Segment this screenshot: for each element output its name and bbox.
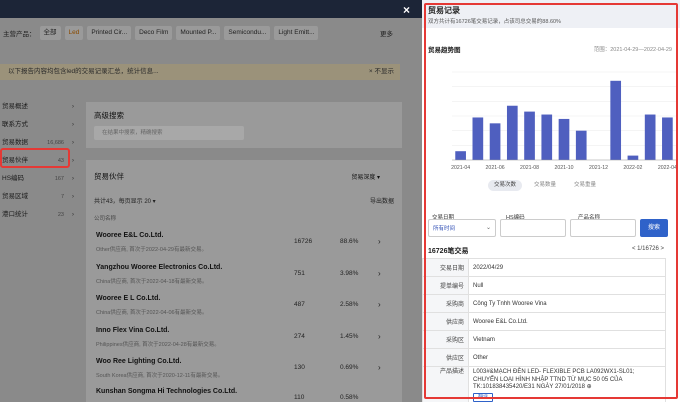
sidebar-item-label: HS编码 — [2, 175, 25, 182]
partner-row[interactable]: Kunshan Songma Hi Technologies Co.Ltd. 1… — [86, 384, 402, 402]
sidebar-item-label: 贸易区域 — [2, 193, 28, 200]
chevron-right-icon[interactable]: › — [378, 269, 381, 278]
chevron-right-icon[interactable]: › — [378, 300, 381, 309]
sidebar-item-hs-code[interactable]: HS编码 167 › — [0, 170, 78, 188]
partner-percent: 0.69% — [340, 364, 359, 371]
sidebar-item-ports[interactable]: 港口统计 23 › — [0, 206, 78, 224]
selected-sidebar-highlight — [0, 148, 70, 168]
partner-row[interactable]: Wooree E&L Co.Ltd. Other供应商, 首次于2022-04-… — [86, 228, 402, 258]
product-pill[interactable]: Printed Cir... — [87, 26, 132, 40]
sidebar-item-label: 贸易数据 — [2, 139, 28, 146]
chevron-right-icon: › — [71, 157, 74, 164]
products-label: 主营产品： — [3, 31, 36, 38]
panel-highlight-box — [424, 3, 678, 399]
chevron-right-icon: › — [71, 121, 74, 128]
chevron-right-icon: › — [71, 211, 74, 218]
product-pill[interactable]: Semicondu... — [224, 26, 271, 40]
sidebar-item-count: 23 — [57, 212, 64, 218]
sidebar-item-count: 7 — [60, 194, 64, 200]
partner-trades: 274 — [294, 333, 305, 340]
partner-row[interactable]: Yangzhou Wooree Electronics Co.Ltd. Chin… — [86, 260, 402, 290]
partner-trades: 487 — [294, 301, 305, 308]
notice-text: 以下报告内容均包含led的交易记录汇总，统计信息... — [8, 68, 159, 75]
chevron-right-icon: › — [71, 139, 74, 146]
partner-name[interactable]: Wooree E&L Co.Ltd. — [96, 232, 163, 239]
partner-name[interactable]: Wooree E L Co.Ltd. — [96, 295, 160, 302]
partner-row[interactable]: Wooree E L Co.Ltd. China供应商, 首次于2022-04-… — [86, 291, 402, 321]
partner-percent: 0.58% — [340, 394, 359, 401]
advanced-search-card: 高级搜索 在结果中搜索，精确搜索 — [86, 102, 402, 148]
partner-percent: 1.45% — [340, 333, 359, 340]
partner-row[interactable]: Woo Ree Lighting Co.Ltd. South Korea供应商,… — [86, 354, 402, 384]
partner-name[interactable]: Kunshan Songma Hi Technologies Co.Ltd. — [96, 388, 237, 395]
partners-title: 贸易伙伴 — [94, 172, 124, 181]
advanced-search-input[interactable]: 在结果中搜索，精确搜索 — [94, 126, 244, 140]
close-icon[interactable]: × — [403, 3, 410, 17]
notice-close-button[interactable]: × 不显示 — [369, 64, 394, 80]
partners-subtitle[interactable]: 共计43，每页显示 20 ▾ — [94, 196, 156, 205]
partner-percent: 3.98% — [340, 270, 359, 277]
product-pill[interactable]: Light Emitt... — [274, 26, 319, 40]
partner-trades: 110 — [294, 394, 305, 401]
chevron-right-icon[interactable]: › — [378, 332, 381, 341]
partner-name[interactable]: Inno Flex Vina Co.Ltd. — [96, 327, 169, 334]
chevron-right-icon[interactable]: › — [378, 237, 381, 246]
sidebar-item-overview[interactable]: 贸易概述 › — [0, 98, 78, 116]
partner-desc: Philippines供应商, 首次于2022-04-28有最新交易。 — [96, 342, 220, 348]
more-products-link[interactable]: 更多 — [380, 28, 393, 38]
sidebar-item-regions[interactable]: 贸易区域 7 › — [0, 188, 78, 206]
product-pill[interactable]: 全部 — [39, 26, 61, 40]
company-name-header: 公司名称 — [94, 216, 117, 222]
export-data-button[interactable]: 导出数据 — [370, 196, 394, 205]
product-pill[interactable]: Mounted P... — [176, 26, 221, 40]
partner-name[interactable]: Woo Ree Lighting Co.Ltd. — [96, 358, 181, 365]
partner-desc: South Korea供应商, 首次于2020-12-11有最新交易。 — [96, 373, 224, 379]
advanced-search-title: 高级搜索 — [94, 111, 124, 120]
sort-dropdown[interactable]: 贸易深度 ▾ — [351, 172, 380, 181]
partner-trades: 16726 — [294, 238, 313, 245]
sidebar-item-label: 联系方式 — [2, 121, 28, 128]
partner-desc: China供应商, 首次于2022-04-06有最新交易。 — [96, 310, 208, 316]
partner-trades: 751 — [294, 270, 305, 277]
product-pill-selected[interactable]: Led — [64, 26, 84, 40]
sidebar-item-contact[interactable]: 联系方式 › — [0, 116, 78, 134]
partner-trades: 130 — [294, 364, 305, 371]
partner-name[interactable]: Yangzhou Wooree Electronics Co.Ltd. — [96, 264, 222, 271]
chevron-right-icon: › — [71, 103, 74, 110]
sidebar-item-label: 贸易概述 — [2, 103, 28, 110]
partner-desc: China供应商, 首次于2022-04-18有最新交易。 — [96, 279, 208, 285]
partner-percent: 88.6% — [340, 238, 359, 245]
chevron-right-icon: › — [71, 193, 74, 200]
chevron-right-icon[interactable]: › — [378, 363, 381, 372]
product-pill[interactable]: Deco Film — [135, 26, 173, 40]
partner-desc: Other供应商, 首次于2022-04-29有最新交易。 — [96, 247, 207, 253]
sidebar-item-count: 167 — [54, 176, 64, 182]
notice-bar: 以下报告内容均包含led的交易记录汇总，统计信息... × 不显示 — [0, 64, 400, 80]
partner-percent: 2.58% — [340, 301, 359, 308]
sidebar-item-label: 港口统计 — [2, 211, 28, 218]
product-filter-row: 主营产品： 全部 Led Printed Cir... Deco Film Mo… — [0, 24, 410, 42]
chevron-right-icon: › — [71, 175, 74, 182]
partner-row[interactable]: Inno Flex Vina Co.Ltd. Philippines供应商, 首… — [86, 323, 402, 353]
